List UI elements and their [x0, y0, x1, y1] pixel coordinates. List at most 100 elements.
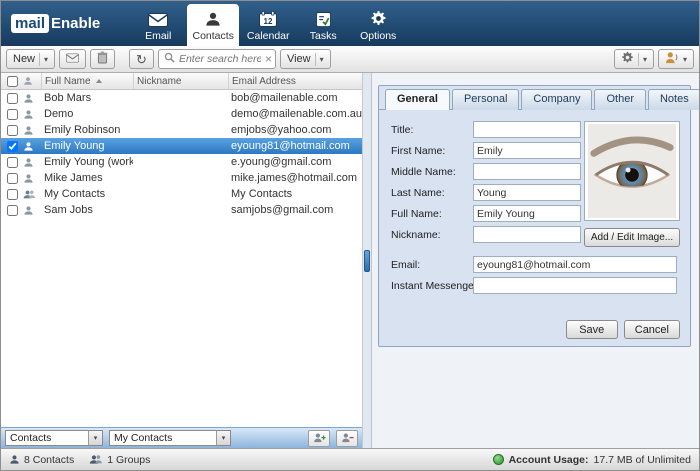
column-full-name[interactable]: Full Name [41, 73, 133, 89]
table-row[interactable]: Mike James mike.james@hotmail.com [1, 170, 362, 186]
add-to-group-button[interactable] [308, 430, 330, 447]
sort-ascending-icon [96, 79, 102, 83]
list-header: Full Name Nickname Email Address [1, 73, 362, 90]
new-button[interactable]: New ▾ [6, 49, 55, 69]
email-label: Email: [391, 259, 473, 271]
contact-email: bob@mailenable.com [228, 92, 362, 104]
app-window: mail Enable Email Contacts 12 Calendar [0, 0, 700, 471]
middle-name-field[interactable] [473, 163, 581, 180]
contact-rows: Bob Mars bob@mailenable.com Demo demo@ma… [1, 90, 362, 427]
group-select[interactable]: My Contacts ▾ [109, 430, 231, 446]
column-nickname[interactable]: Nickname [133, 73, 228, 89]
row-checkbox[interactable] [7, 125, 18, 136]
status-bar: 8 Contacts 1 Groups Account Usage: 17.7 … [1, 448, 699, 470]
chevron-down-icon: ▾ [683, 55, 687, 64]
contacts-icon [205, 10, 221, 27]
tab-contacts[interactable]: Contacts [187, 4, 239, 46]
table-row[interactable]: Sam Jobs samjobs@gmail.com [1, 202, 362, 218]
folder-select[interactable]: Contacts ▾ [5, 430, 103, 446]
remove-from-group-button[interactable] [336, 430, 358, 447]
tab-tasks[interactable]: Tasks [297, 4, 349, 46]
contact-name: My Contacts [41, 188, 133, 200]
last-name-field[interactable] [473, 184, 581, 201]
contact-icon [23, 205, 41, 216]
nickname-field[interactable] [473, 226, 581, 243]
tab-calendar[interactable]: 12 Calendar [242, 4, 294, 46]
detail-tabs: General Personal Company Other Notes [379, 86, 690, 110]
table-row-selected[interactable]: Emily Young eyoung81@hotmail.com [1, 138, 362, 154]
tab-other[interactable]: Other [594, 89, 646, 110]
tab-contacts-label: Contacts [192, 30, 233, 42]
tab-notes[interactable]: Notes [648, 89, 700, 110]
contact-card-icon [23, 76, 41, 86]
view-button-label: View [287, 53, 311, 65]
tab-calendar-label: Calendar [247, 30, 290, 42]
row-checkbox[interactable] [7, 157, 18, 168]
toolbar: New ▾ ↻ × View ▾ [1, 46, 699, 73]
email-field[interactable] [473, 256, 677, 273]
chevron-down-icon[interactable]: ▾ [216, 431, 230, 445]
title-field[interactable] [473, 121, 581, 138]
chevron-down-icon: ▾ [643, 55, 647, 64]
row-checkbox[interactable] [7, 109, 18, 120]
button-divider [315, 53, 316, 66]
pane-splitter[interactable] [363, 73, 372, 448]
logo-mail-box: mail [11, 14, 49, 33]
row-checkbox[interactable] [7, 205, 18, 216]
send-email-button[interactable] [59, 49, 86, 69]
row-checkbox[interactable] [7, 93, 18, 104]
table-row[interactable]: Bob Mars bob@mailenable.com [1, 90, 362, 106]
tab-general[interactable]: General [385, 89, 450, 110]
row-checkbox[interactable] [7, 141, 18, 152]
app-logo: mail Enable [11, 14, 100, 33]
button-divider [39, 53, 40, 66]
chevron-down-icon[interactable]: ▾ [88, 431, 102, 445]
person-remove-icon [341, 432, 354, 444]
row-checkbox[interactable] [7, 189, 18, 200]
groups-count: 1 Groups [89, 454, 150, 466]
search-input[interactable] [179, 53, 261, 65]
first-name-label: First Name: [391, 145, 473, 157]
contact-email: demo@mailenable.com.au [228, 108, 362, 120]
table-row[interactable]: Demo demo@mailenable.com.au [1, 106, 362, 122]
row-checkbox[interactable] [7, 173, 18, 184]
tab-personal[interactable]: Personal [452, 89, 519, 110]
settings-menu-button[interactable]: ▾ [614, 49, 654, 69]
chevron-down-icon: ▾ [320, 55, 324, 64]
full-name-field[interactable] [473, 205, 581, 222]
main-area: Full Name Nickname Email Address Bob Mar… [1, 73, 699, 448]
refresh-button[interactable]: ↻ [129, 49, 154, 69]
options-gear-icon [370, 10, 387, 27]
contact-icon [23, 109, 41, 120]
tab-email[interactable]: Email [132, 4, 184, 46]
contact-name: Emily Young [41, 140, 133, 152]
column-email-address[interactable]: Email Address [228, 73, 362, 89]
contact-email: samjobs@gmail.com [228, 204, 362, 216]
first-name-field[interactable] [473, 142, 581, 159]
clear-search-icon[interactable]: × [265, 53, 272, 65]
contact-icon [9, 454, 20, 465]
tab-options[interactable]: Options [352, 4, 404, 46]
cancel-button[interactable]: Cancel [624, 320, 680, 339]
save-button[interactable]: Save [566, 320, 618, 339]
add-edit-image-button[interactable]: Add / Edit Image... [584, 228, 680, 247]
delete-button[interactable] [90, 49, 115, 69]
tab-company[interactable]: Company [521, 89, 592, 110]
splitter-handle[interactable] [364, 250, 370, 272]
usage-value: 17.7 MB of Unlimited [594, 454, 691, 466]
table-row[interactable]: My Contacts My Contacts [1, 186, 362, 202]
contacts-count-label: 8 Contacts [24, 454, 74, 466]
contact-icon [23, 173, 41, 184]
instant-messenger-field[interactable] [473, 277, 677, 294]
main-nav: Email Contacts 12 Calendar Tasks [132, 1, 407, 46]
group-select-value: My Contacts [110, 431, 216, 445]
contact-name: Demo [41, 108, 133, 120]
contact-detail-pane: General Personal Company Other Notes Tit… [372, 73, 699, 448]
contact-name: Emily Robinson [41, 124, 133, 136]
table-row[interactable]: Emily Young (work) e.young@gmail.com [1, 154, 362, 170]
user-audio-button[interactable]: ▾ [658, 49, 694, 69]
table-row[interactable]: Emily Robinson emjobs@yahoo.com [1, 122, 362, 138]
view-button[interactable]: View ▾ [280, 49, 331, 69]
select-all-checkbox[interactable] [7, 76, 18, 87]
contact-icon [23, 141, 41, 152]
